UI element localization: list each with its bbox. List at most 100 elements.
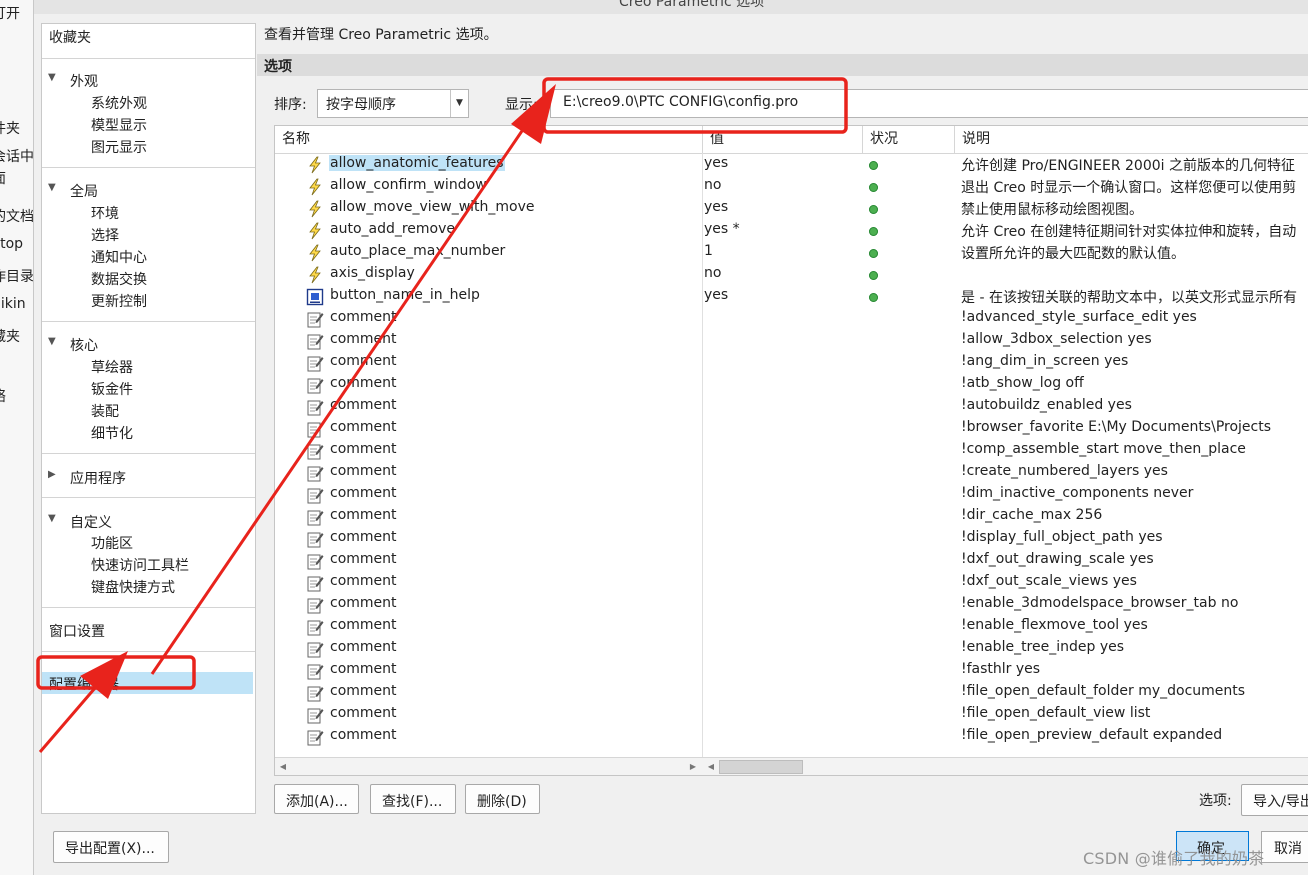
nav-item-sketcher[interactable]: 草绘器 xyxy=(91,357,133,377)
option-name[interactable]: comment xyxy=(330,331,397,347)
table-row[interactable]: comment !enable_tree_indep yes xyxy=(275,638,1308,660)
table-row[interactable]: comment !enable_3dmodelspace_browser_tab … xyxy=(275,594,1308,616)
table-row[interactable]: comment !fasthlr yes xyxy=(275,660,1308,682)
table-row[interactable]: button_name_in_help yes 是 - 在该按钮关联的帮助文本中，以… xyxy=(275,286,1308,308)
scroll-right-icon[interactable]: ▶ xyxy=(685,758,701,775)
table-row[interactable]: axis_display no xyxy=(275,264,1308,286)
option-name[interactable]: comment xyxy=(330,397,397,413)
option-value[interactable]: no xyxy=(704,177,721,193)
nav-item-quick-access-toolbar[interactable]: 快速访问工具栏 xyxy=(91,555,189,575)
scroll-left-icon[interactable]: ◀ xyxy=(703,758,719,775)
import-export-button[interactable]: 导入/导出 xyxy=(1241,784,1308,816)
table-row[interactable]: allow_confirm_window no 退出 Creo 时显示一个确认窗口。… xyxy=(275,176,1308,198)
nav-section-appearance[interactable]: 外观 xyxy=(70,71,98,91)
option-name[interactable]: comment xyxy=(330,485,397,501)
option-value[interactable]: yes * xyxy=(704,221,740,237)
table-row[interactable]: comment !comp_assemble_start move_then_pl… xyxy=(275,440,1308,462)
table-row[interactable]: comment !create_numbered_layers yes xyxy=(275,462,1308,484)
nav-item-environment[interactable]: 环境 xyxy=(91,203,119,223)
nav-item-entity-display[interactable]: 图元显示 xyxy=(91,137,147,157)
option-name[interactable]: comment xyxy=(330,595,397,611)
expand-arrow-icon[interactable]: ▼ xyxy=(48,182,56,193)
table-row[interactable]: allow_move_view_with_move yes 禁止使用鼠标移动绘图视图… xyxy=(275,198,1308,220)
option-name[interactable]: comment xyxy=(330,639,397,655)
table-row[interactable]: comment !file_open_default_view list xyxy=(275,704,1308,726)
option-name[interactable]: comment xyxy=(330,727,397,743)
nav-item-sheetmetal[interactable]: 钣金件 xyxy=(91,379,133,399)
delete-button[interactable]: 删除(D) xyxy=(465,784,540,814)
option-value[interactable]: yes xyxy=(704,287,728,303)
option-name[interactable]: axis_display xyxy=(330,265,415,281)
column-header-status[interactable]: 状况 xyxy=(863,126,955,153)
option-name[interactable]: comment xyxy=(330,573,397,589)
nav-section-global[interactable]: 全局 xyxy=(70,181,98,201)
option-name[interactable]: allow_anatomic_features xyxy=(329,155,505,171)
option-name[interactable]: comment xyxy=(330,617,397,633)
option-name[interactable]: comment xyxy=(330,309,397,325)
table-row[interactable]: comment !allow_3dbox_selection yes xyxy=(275,330,1308,352)
nav-item-keyboard-shortcuts[interactable]: 键盘快捷方式 xyxy=(91,577,175,597)
option-name[interactable]: comment xyxy=(330,661,397,677)
table-row[interactable]: auto_add_remove yes * 允许 Creo 在创建特征期间针对实体拉… xyxy=(275,220,1308,242)
option-value[interactable]: yes xyxy=(704,199,728,215)
table-row[interactable]: comment !dxf_out_scale_views yes xyxy=(275,572,1308,594)
scroll-left-icon[interactable]: ◀ xyxy=(275,758,291,775)
nav-favorites[interactable]: 收藏夹 xyxy=(49,27,91,47)
chevron-down-icon[interactable]: ▼ xyxy=(450,90,468,117)
nav-item-notification-center[interactable]: 通知中心 xyxy=(91,247,147,267)
add-button[interactable]: 添加(A)... xyxy=(274,784,359,814)
option-name[interactable]: comment xyxy=(330,375,397,391)
expand-arrow-icon[interactable]: ▼ xyxy=(48,513,56,524)
table-row[interactable]: comment !browser_favorite E:\My Documents… xyxy=(275,418,1308,440)
nav-window-settings[interactable]: 窗口设置 xyxy=(49,621,105,641)
nav-item-system-appearance[interactable]: 系统外观 xyxy=(91,93,147,113)
export-config-button[interactable]: 导出配置(X)... xyxy=(53,831,169,863)
cancel-button[interactable]: 取消 xyxy=(1261,831,1308,863)
table-row[interactable]: comment !file_open_default_folder my_docu… xyxy=(275,682,1308,704)
option-value[interactable]: yes xyxy=(704,155,728,171)
nav-item-ribbon[interactable]: 功能区 xyxy=(91,533,133,553)
option-name[interactable]: allow_move_view_with_move xyxy=(330,199,535,215)
table-row[interactable]: comment !ang_dim_in_screen yes xyxy=(275,352,1308,374)
column-header-description[interactable]: 说明 xyxy=(955,126,1308,153)
nav-section-core[interactable]: 核心 xyxy=(70,335,98,355)
option-value[interactable]: no xyxy=(704,265,721,281)
nav-item-selection[interactable]: 选择 xyxy=(91,225,119,245)
table-row[interactable]: allow_anatomic_features yes 允许创建 Pro/ENGIN… xyxy=(275,154,1308,176)
table-row[interactable]: comment !display_full_object_path yes xyxy=(275,528,1308,550)
nav-section-customize[interactable]: 自定义 xyxy=(70,512,112,532)
nav-item-detailing[interactable]: 细节化 xyxy=(91,423,133,443)
option-name[interactable]: comment xyxy=(330,353,397,369)
nav-item-update-control[interactable]: 更新控制 xyxy=(91,291,147,311)
option-name[interactable]: allow_confirm_window xyxy=(330,177,487,193)
option-name[interactable]: button_name_in_help xyxy=(330,287,480,303)
table-row[interactable]: comment !advanced_style_surface_edit yes xyxy=(275,308,1308,330)
column-header-value[interactable]: 值 xyxy=(703,126,863,153)
table-row[interactable]: comment !atb_show_log off xyxy=(275,374,1308,396)
sort-dropdown[interactable]: 按字母顺序 ▼ xyxy=(317,89,469,118)
scrollbar-thumb[interactable] xyxy=(719,760,803,774)
table-row[interactable]: comment !autobuildz_enabled yes xyxy=(275,396,1308,418)
option-name[interactable]: comment xyxy=(330,419,397,435)
table-row[interactable]: comment !dir_cache_max 256 xyxy=(275,506,1308,528)
option-value[interactable]: 1 xyxy=(704,243,713,259)
table-row[interactable]: comment !dxf_out_drawing_scale yes xyxy=(275,550,1308,572)
horizontal-scrollbar[interactable]: ◀ ▶ ◀ xyxy=(275,757,1308,775)
option-name[interactable]: auto_add_remove xyxy=(330,221,455,237)
expand-arrow-icon[interactable]: ▼ xyxy=(48,336,56,347)
table-row[interactable]: comment !enable_flexmove_tool yes xyxy=(275,616,1308,638)
table-row[interactable]: auto_place_max_number 1 设置所允许的最大匹配数的默认值。 xyxy=(275,242,1308,264)
option-name[interactable]: comment xyxy=(330,507,397,523)
nav-item-data-exchange[interactable]: 数据交换 xyxy=(91,269,147,289)
option-name[interactable]: auto_place_max_number xyxy=(330,243,505,259)
option-name[interactable]: comment xyxy=(330,441,397,457)
nav-config-editor[interactable]: 配置编辑器 xyxy=(49,674,119,694)
find-button[interactable]: 查找(F)... xyxy=(370,784,456,814)
expand-arrow-icon[interactable]: ▼ xyxy=(48,72,56,83)
nav-item-model-display[interactable]: 模型显示 xyxy=(91,115,147,135)
expand-arrow-icon[interactable]: ▶ xyxy=(48,469,56,480)
nav-section-applications[interactable]: 应用程序 xyxy=(70,468,126,488)
option-name[interactable]: comment xyxy=(330,705,397,721)
column-header-name[interactable]: 名称 xyxy=(275,126,703,153)
option-name[interactable]: comment xyxy=(330,529,397,545)
